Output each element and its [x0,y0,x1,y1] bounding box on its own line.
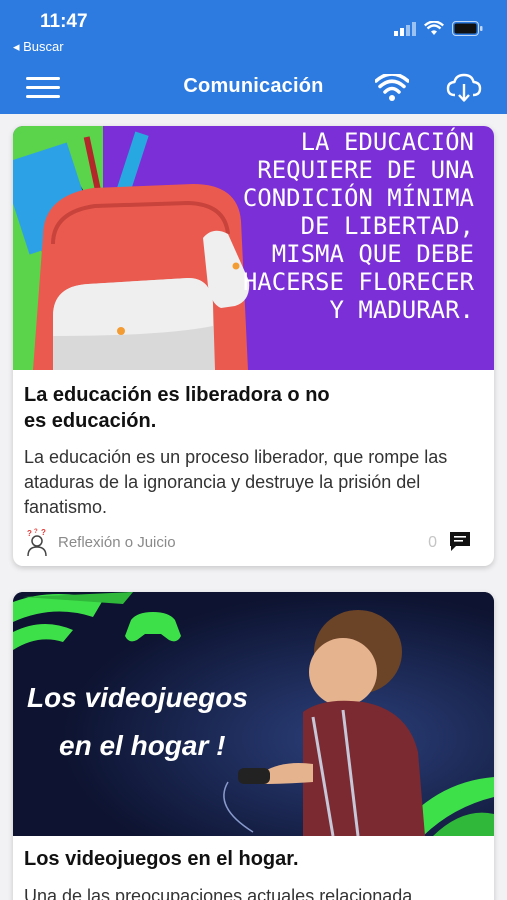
battery-icon [452,21,483,36]
post-image-quote: LA EDUCACIÓN REQUIERE DE UNA CONDICIÓN M… [242,128,474,324]
post-image: Los videojuegos en el hogar ! [13,592,494,836]
post-category: Reflexión o Juicio [58,534,176,551]
post-description: Una de las preocupaciones actuales relac… [24,886,413,900]
app-bar: Comunicación [0,62,507,114]
post-footer: ? ? ? Reflexión o Juicio 0 [24,528,483,556]
signal-icon [394,21,416,36]
child-gaming-illustration [13,592,494,836]
status-bar: 11:47 ◂ Buscar [0,0,507,62]
comment-icon[interactable] [448,530,472,552]
page-title: Comunicación [183,75,324,97]
svg-text:?: ? [27,529,32,538]
post-card[interactable]: Los videojuegos en el hogar ! Los videoj… [13,592,494,900]
comment-count: 0 [428,534,437,551]
status-icons [394,21,483,36]
back-to-search-link[interactable]: ◂ Buscar [13,39,64,55]
status-time: 11:47 [40,11,88,32]
post-card[interactable]: LA EDUCACIÓN REQUIERE DE UNA CONDICIÓN M… [13,126,494,566]
post-image: LA EDUCACIÓN REQUIERE DE UNA CONDICIÓN M… [13,126,494,370]
post-feed: LA EDUCACIÓN REQUIERE DE UNA CONDICIÓN M… [0,114,507,900]
post-title[interactable]: Los videojuegos en el hogar. [24,848,474,871]
svg-text:?: ? [34,529,38,535]
post-title[interactable]: La educación es liberadora o no es educa… [24,382,354,434]
post-image-caption: en el hogar ! [59,730,226,761]
post-description: La educación es un proceso liberador, qu… [24,447,448,517]
post-image-caption: Los videojuegos [27,682,248,713]
thinking-person-icon: ? ? ? [27,528,47,556]
wifi-status-icon [424,21,444,35]
wifi-icon[interactable] [375,74,409,102]
cloud-download-icon[interactable] [446,73,482,103]
svg-text:?: ? [41,528,46,537]
